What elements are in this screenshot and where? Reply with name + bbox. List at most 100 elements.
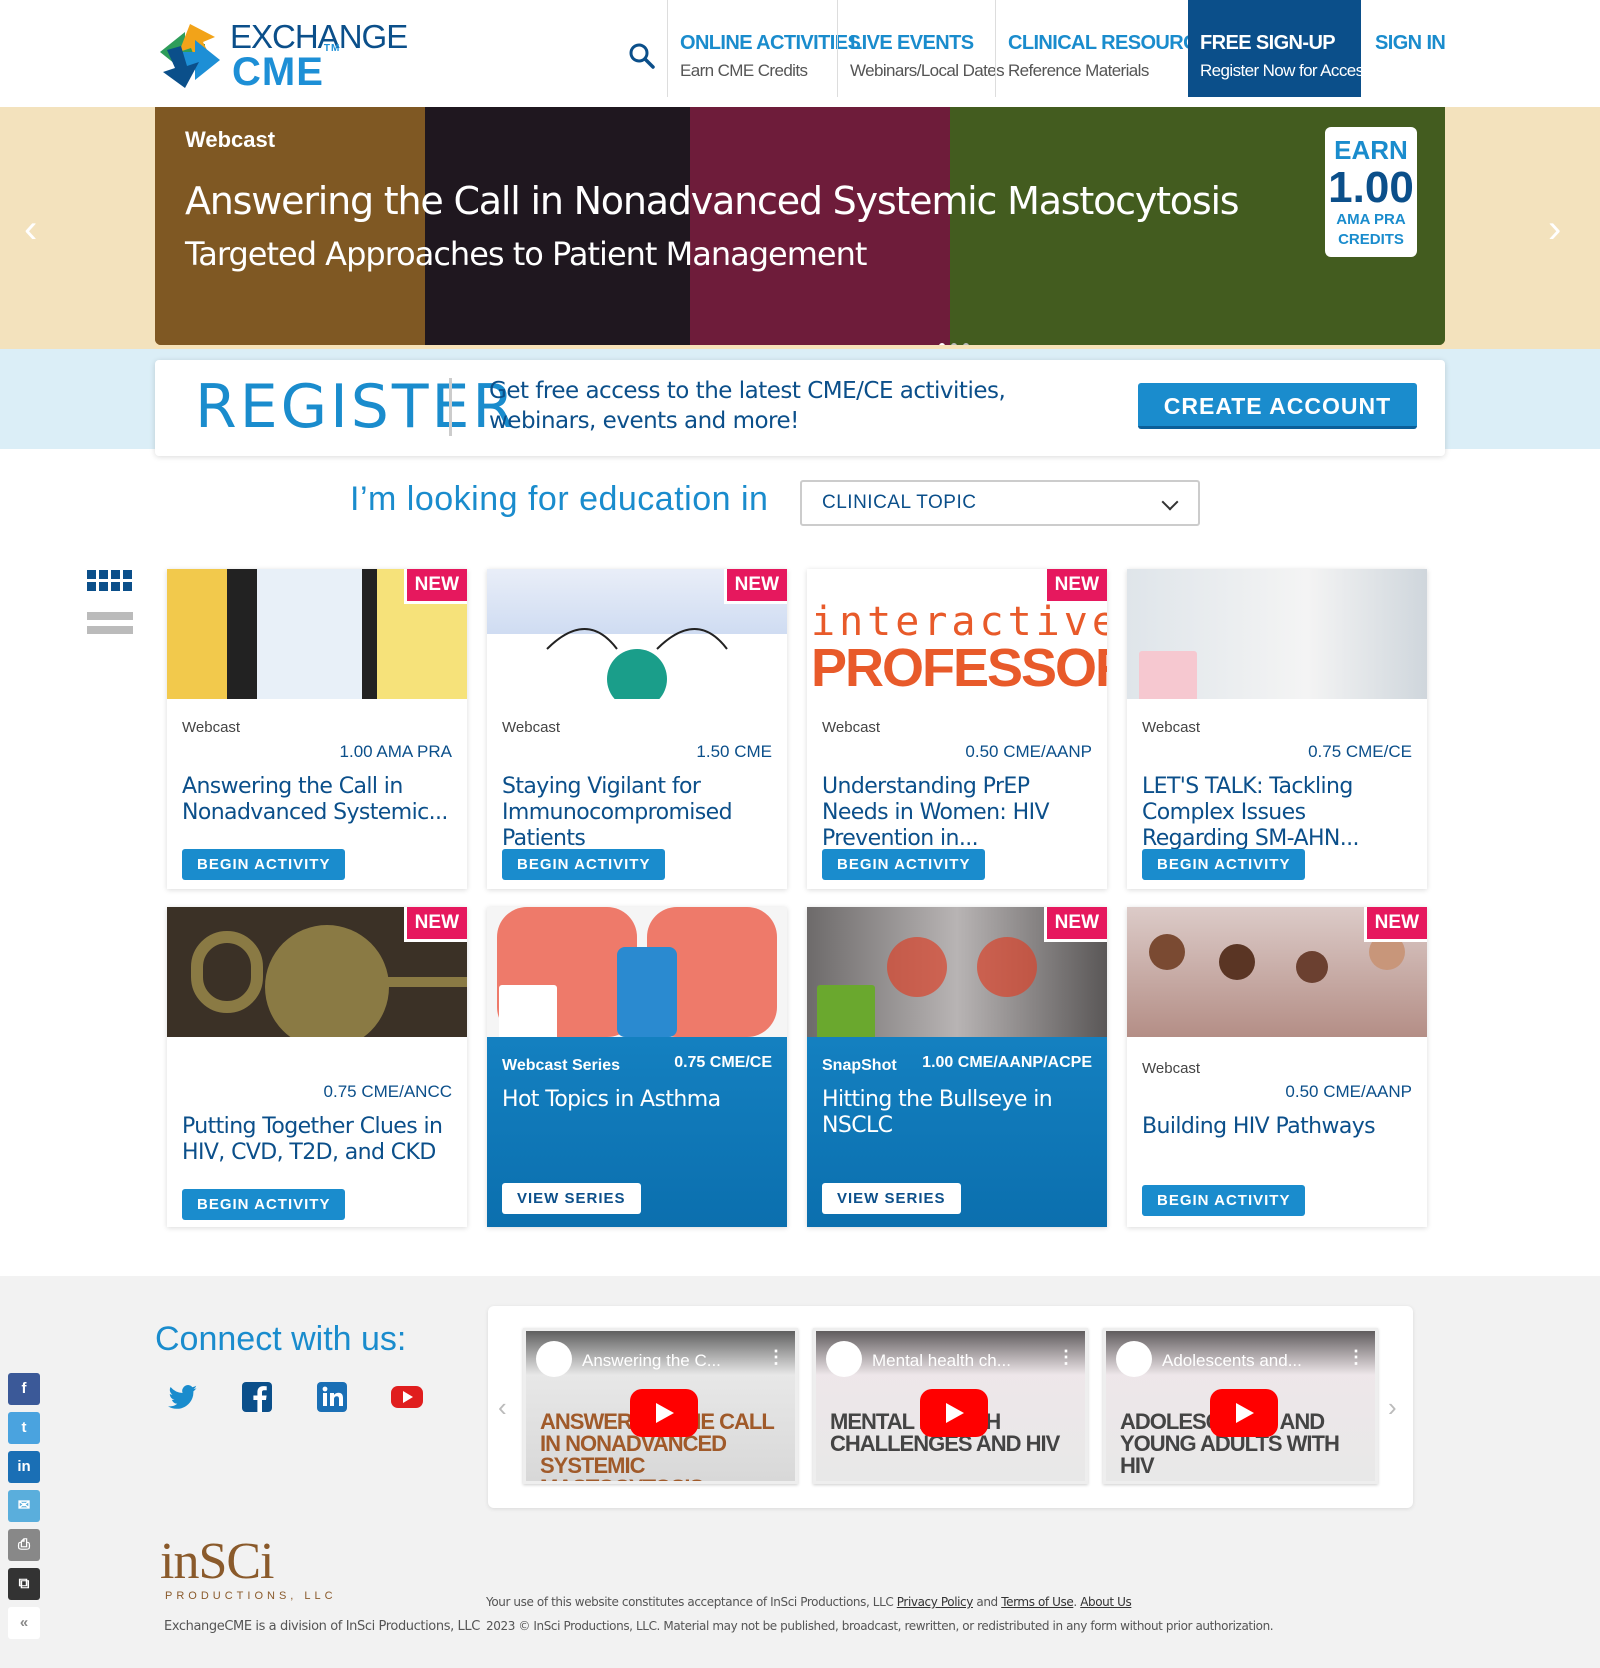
view-series-button[interactable]: VIEW SERIES — [822, 1183, 961, 1214]
twitter-icon[interactable] — [165, 1380, 199, 1414]
privacy-policy-link[interactable]: Privacy Policy — [897, 1595, 974, 1609]
more-options-icon[interactable]: ⋮ — [767, 1347, 785, 1368]
card-credit: 1.00 CME/AANP/ACPE — [922, 1054, 1092, 1071]
card-title[interactable]: Hot Topics in Asthma — [502, 1087, 772, 1113]
video-prev-icon[interactable]: ‹ — [498, 1392, 507, 1423]
register-box: REGISTER Get free access to the latest C… — [155, 360, 1445, 456]
new-badge: NEW — [723, 569, 787, 604]
channel-avatar[interactable] — [1116, 1341, 1152, 1377]
activity-card[interactable]: NEW Webcast 1.50 CME Staying Vigilant fo… — [487, 569, 787, 889]
share-copy-icon[interactable]: ⧉ — [8, 1568, 40, 1600]
more-options-icon[interactable]: ⋮ — [1347, 1347, 1365, 1368]
card-title[interactable]: Putting Together Clues in HIV, CVD, T2D,… — [182, 1114, 452, 1166]
play-button-icon[interactable] — [920, 1389, 988, 1437]
list-view-icon[interactable] — [87, 612, 133, 634]
more-options-icon[interactable]: ⋮ — [1057, 1347, 1075, 1368]
card-title[interactable]: Staying Vigilant for Immunocompromised P… — [502, 774, 772, 852]
facebook-icon[interactable] — [240, 1380, 274, 1414]
select-value: CLINICAL TOPIC — [822, 492, 977, 513]
share-linkedin-icon[interactable]: in — [8, 1451, 40, 1483]
terms-of-use-link[interactable]: Terms of Use — [1001, 1595, 1074, 1609]
card-credit: 0.75 CME/CE — [674, 1054, 772, 1071]
video-thumbnail[interactable]: ANSWERING THE CALL IN NONADVANCED SYSTEM… — [523, 1328, 798, 1484]
education-filter-label: I’m looking for education in — [350, 480, 769, 518]
legal-and: and — [976, 1595, 998, 1609]
carousel-next-icon[interactable]: › — [1548, 207, 1561, 252]
begin-activity-button[interactable]: BEGIN ACTIVITY — [502, 849, 666, 880]
begin-activity-button[interactable]: BEGIN ACTIVITY — [182, 1189, 346, 1220]
search-icon[interactable] — [628, 42, 656, 70]
nav-title: CLINICAL RESOURCES — [1008, 32, 1223, 54]
activity-card[interactable]: NEW 0.75 CME/ANCC Putting Together Clues… — [167, 907, 467, 1227]
card-credit: 0.75 CME/CE — [1308, 742, 1412, 761]
activity-card[interactable]: Webcast 0.75 CME/CE LET'S TALK: Tackling… — [1127, 569, 1427, 889]
create-account-button[interactable]: CREATE ACCOUNT — [1138, 383, 1417, 429]
video-title[interactable]: Mental health ch... — [872, 1351, 1062, 1371]
channel-avatar[interactable] — [826, 1341, 862, 1377]
hero-slide[interactable]: Webcast Answering the Call in Nonadvance… — [155, 107, 1445, 345]
clinical-topic-select[interactable]: CLINICAL TOPIC — [800, 480, 1200, 526]
series-card[interactable]: NEW SnapShot 1.00 CME/AANP/ACPE Hitting … — [807, 907, 1107, 1227]
earn-value: 1.00 — [1328, 163, 1414, 212]
new-badge: NEW — [403, 569, 467, 604]
nav-online-activities[interactable]: ONLINE ACTIVITIES Earn CME Credits — [667, 0, 861, 97]
video-next-icon[interactable]: › — [1388, 1392, 1397, 1423]
carousel-prev-icon[interactable]: ‹ — [24, 207, 37, 252]
card-credit: 1.00 AMA PRA — [339, 742, 452, 761]
nav-title: ONLINE ACTIVITIES — [680, 32, 861, 54]
nav-subtitle: Register Now for Access — [1200, 61, 1372, 80]
begin-activity-button[interactable]: BEGIN ACTIVITY — [822, 849, 986, 880]
linkedin-icon[interactable] — [315, 1380, 349, 1414]
play-button-icon[interactable] — [630, 1389, 698, 1437]
exchange-logo-icon[interactable] — [155, 22, 225, 90]
video-title[interactable]: Answering the C... — [582, 1351, 772, 1371]
video-title[interactable]: Adolescents and... — [1162, 1351, 1352, 1371]
card-title[interactable]: Hitting the Bullseye in NSCLC — [822, 1087, 1092, 1139]
share-twitter-icon[interactable]: t — [8, 1412, 40, 1444]
logo-text-cme[interactable]: CMETM — [232, 43, 340, 95]
collapse-share-icon[interactable]: « — [8, 1607, 40, 1639]
channel-avatar[interactable] — [536, 1341, 572, 1377]
card-title[interactable]: Understanding PrEP Needs in Women: HIV P… — [822, 774, 1092, 852]
card-image — [487, 907, 787, 1037]
video-thumbnail[interactable]: MENTAL HEALTH CHALLENGES AND HIV Mental … — [813, 1328, 1088, 1484]
nav-subtitle: Earn CME Credits — [680, 61, 808, 80]
card-title[interactable]: LET'S TALK: Tackling Complex Issues Rega… — [1142, 774, 1412, 852]
about-us-link[interactable]: About Us — [1080, 1595, 1132, 1609]
youtube-icon[interactable] — [390, 1380, 424, 1414]
nav-free-sign-up[interactable]: FREE SIGN-UP Register Now for Access — [1188, 0, 1372, 97]
insci-logo[interactable]: inSCi — [160, 1532, 274, 1591]
nav-live-events[interactable]: LIVE EVENTS Webinars/Local Dates — [837, 0, 1005, 97]
sign-in-link[interactable]: SIGN IN — [1375, 32, 1446, 55]
carousel-dot[interactable] — [951, 343, 957, 345]
play-button-icon[interactable] — [1210, 1389, 1278, 1437]
logo-cme: CME — [232, 50, 324, 94]
card-credit: 0.50 CME/AANP — [965, 742, 1092, 761]
nav-clinical-resources[interactable]: CLINICAL RESOURCES Reference Materials — [995, 0, 1223, 97]
activity-card[interactable]: interactive PROFESSOR NEW Webcast 0.50 C… — [807, 569, 1107, 889]
nav-title: FREE SIGN-UP — [1200, 32, 1336, 54]
begin-activity-button[interactable]: BEGIN ACTIVITY — [1142, 1185, 1306, 1216]
share-print-icon[interactable]: ⎙ — [8, 1529, 40, 1561]
activity-card[interactable]: NEW Webcast 1.00 AMA PRA Answering the C… — [167, 569, 467, 889]
nav-title: LIVE EVENTS — [850, 32, 974, 54]
card-title[interactable]: Answering the Call in Nonadvanced System… — [182, 774, 452, 826]
carousel-dots[interactable] — [939, 336, 975, 345]
card-title[interactable]: Building HIV Pathways — [1142, 1114, 1412, 1140]
hero-title[interactable]: Answering the Call in Nonadvanced System… — [185, 179, 1240, 223]
view-series-button[interactable]: VIEW SERIES — [502, 1183, 641, 1214]
share-email-icon[interactable]: ✉ — [8, 1490, 40, 1522]
carousel-dot[interactable] — [939, 343, 945, 345]
series-card[interactable]: Webcast Series 0.75 CME/CE Hot Topics in… — [487, 907, 787, 1227]
begin-activity-button[interactable]: BEGIN ACTIVITY — [182, 849, 346, 880]
legal-prefix: Your use of this website constitutes acc… — [486, 1595, 894, 1609]
new-badge: NEW — [1043, 569, 1107, 604]
begin-activity-button[interactable]: BEGIN ACTIVITY — [1142, 849, 1306, 880]
activity-card[interactable]: NEW Webcast 0.50 CME/AANP Building HIV P… — [1127, 907, 1427, 1227]
grid-view-icon[interactable] — [87, 570, 133, 594]
video-thumbnail[interactable]: ADOLESCENTS AND YOUNG ADULTS WITH HIV Ad… — [1103, 1328, 1378, 1484]
share-facebook-icon[interactable]: f — [8, 1373, 40, 1405]
carousel-dot[interactable] — [963, 343, 969, 345]
logo-tm: TM — [323, 42, 341, 54]
legal-notice: Your use of this website constitutes acc… — [486, 1595, 1132, 1609]
